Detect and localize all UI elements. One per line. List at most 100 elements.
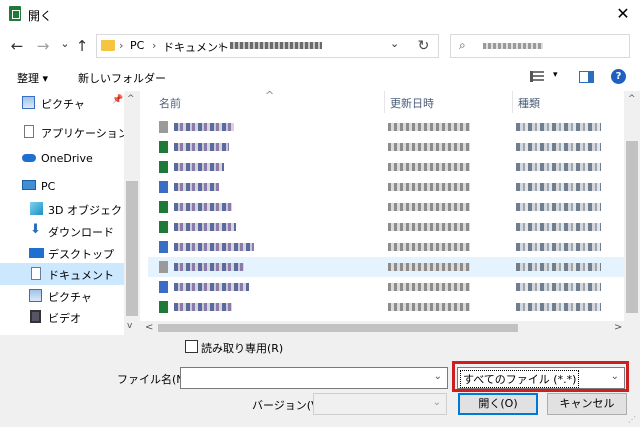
column-header-type[interactable]: 種類: [518, 95, 540, 111]
sidebar-item-onedrive[interactable]: OneDrive: [0, 148, 124, 170]
file-date-redacted: [388, 203, 470, 211]
preview-pane-icon[interactable]: [579, 71, 594, 83]
sidebar-item-label: PC: [41, 180, 56, 193]
search-placeholder-redacted: [483, 43, 543, 49]
file-icon: [159, 121, 168, 133]
file-type-redacted: [516, 143, 601, 151]
up-button[interactable]: ↑: [74, 36, 90, 56]
column-header-date[interactable]: 更新日時: [390, 95, 434, 111]
file-row[interactable]: [148, 197, 624, 217]
open-button[interactable]: 開く(O): [458, 393, 538, 415]
view-dropdown-icon[interactable]: ▾: [553, 70, 558, 80]
file-list-horizontal-scrollbar[interactable]: < >: [140, 321, 640, 335]
file-date-redacted: [388, 303, 470, 311]
readonly-label[interactable]: 読み取り専用(R): [201, 340, 283, 356]
cancel-button[interactable]: キャンセル: [547, 393, 627, 415]
cloud-icon: [22, 154, 36, 162]
sidebar-item-3d-objects[interactable]: 3D オブジェクト: [0, 198, 133, 220]
scroll-left-icon[interactable]: <: [145, 322, 153, 333]
address-bar[interactable]: › PC › ドキュメント › ⌄: [96, 34, 439, 58]
file-row[interactable]: [148, 157, 624, 177]
breadcrumb-separator: ›: [152, 39, 157, 52]
sidebar-item-desktop[interactable]: デスクトップ: [0, 242, 124, 264]
file-icon: [159, 241, 168, 253]
sidebar-item-pc[interactable]: PC: [0, 176, 124, 198]
title-bar: 開く ✕: [0, 0, 640, 28]
file-row[interactable]: [148, 177, 624, 197]
sidebar-item-pictures[interactable]: ピクチャ: [0, 285, 124, 307]
file-list-vertical-scrollbar[interactable]: ^: [624, 91, 640, 321]
help-icon[interactable]: ?: [611, 69, 626, 84]
sort-ascending-icon: ^: [265, 91, 275, 102]
sidebar-item-label: 3D オブジェクト: [48, 204, 133, 217]
organize-button[interactable]: 整理 ▾: [17, 70, 48, 86]
column-header-name[interactable]: 名前: [159, 95, 181, 111]
excel-file-icon: [159, 221, 168, 233]
sidebar-item-app-links[interactable]: アプリケーション リンク: [0, 121, 140, 143]
excel-file-icon: [159, 161, 168, 173]
back-button[interactable]: ←: [9, 36, 25, 56]
scroll-up-icon[interactable]: ^: [628, 94, 636, 104]
file-type-redacted: [516, 203, 601, 211]
file-type-redacted: [516, 303, 601, 311]
sidebar-item-label: ビデオ: [48, 312, 81, 325]
excel-app-icon: [9, 6, 21, 21]
file-date-redacted: [388, 123, 470, 131]
navigation-pane: ピクチャ 📌 アプリケーション リンク OneDrive PC 3D オブジェク…: [0, 91, 140, 335]
pin-icon[interactable]: 📌: [112, 95, 123, 105]
file-row[interactable]: [148, 117, 624, 137]
file-date-redacted: [388, 243, 470, 251]
file-type-redacted: [516, 183, 601, 191]
sidebar-item-documents[interactable]: ドキュメント: [0, 263, 124, 285]
scroll-right-icon[interactable]: >: [614, 322, 622, 333]
scroll-up-icon[interactable]: ^: [127, 94, 135, 104]
file-row[interactable]: [148, 277, 624, 297]
file-row[interactable]: [148, 237, 624, 257]
forward-button[interactable]: →: [35, 36, 51, 56]
new-folder-button[interactable]: 新しいフォルダー: [78, 70, 166, 86]
sidebar-item-downloads[interactable]: ⬇ ダウンロード: [0, 220, 124, 242]
file-date-redacted: [388, 283, 470, 291]
view-options-icon[interactable]: [530, 71, 544, 82]
resize-grip-icon[interactable]: ⋰: [628, 415, 636, 424]
scroll-down-icon[interactable]: v: [127, 321, 132, 331]
breadcrumb-pc[interactable]: PC: [130, 39, 144, 52]
scroll-thumb[interactable]: [126, 181, 138, 316]
file-date-redacted: [388, 143, 470, 151]
scroll-thumb[interactable]: [626, 141, 638, 313]
download-icon: ⬇: [30, 222, 41, 237]
refresh-button[interactable]: ↻: [409, 34, 439, 58]
column-divider[interactable]: [384, 91, 385, 113]
recent-locations-button[interactable]: ⌄: [57, 34, 73, 54]
sidebar-item-pictures-quick[interactable]: ピクチャ 📌: [0, 92, 124, 114]
close-button[interactable]: ✕: [612, 3, 634, 25]
desktop-icon: [29, 248, 44, 258]
readonly-checkbox[interactable]: [185, 340, 198, 353]
file-type-redacted: [516, 223, 601, 231]
breadcrumb-separator: ›: [119, 39, 124, 52]
file-row-hovered[interactable]: [148, 257, 624, 277]
filename-input[interactable]: ⌄: [180, 367, 448, 389]
window-title: 開く: [28, 9, 53, 23]
sidebar-item-label: ドキュメント: [48, 269, 114, 282]
chevron-down-icon[interactable]: ⌄: [434, 371, 442, 382]
address-dropdown-icon[interactable]: ⌄: [390, 37, 399, 50]
version-select[interactable]: ⌄: [313, 393, 447, 415]
breadcrumb-redacted[interactable]: [230, 42, 322, 49]
file-name-redacted: [174, 243, 254, 251]
search-input[interactable]: ⌕: [450, 34, 630, 58]
excel-file-icon: [159, 141, 168, 153]
column-divider[interactable]: [512, 91, 513, 113]
file-row[interactable]: [148, 137, 624, 157]
file-name-redacted: [174, 163, 224, 171]
scroll-thumb[interactable]: [158, 324, 518, 332]
chevron-down-icon: ⌄: [432, 397, 441, 408]
sidebar-scrollbar[interactable]: ^ v: [124, 91, 140, 335]
file-row[interactable]: [148, 217, 624, 237]
file-row[interactable]: [148, 297, 624, 317]
file-name-redacted: [174, 183, 219, 191]
sidebar-item-label: OneDrive: [41, 152, 93, 165]
folder-icon: [101, 40, 115, 51]
pictures-icon: [22, 96, 35, 109]
sidebar-item-videos[interactable]: ビデオ: [0, 306, 124, 328]
